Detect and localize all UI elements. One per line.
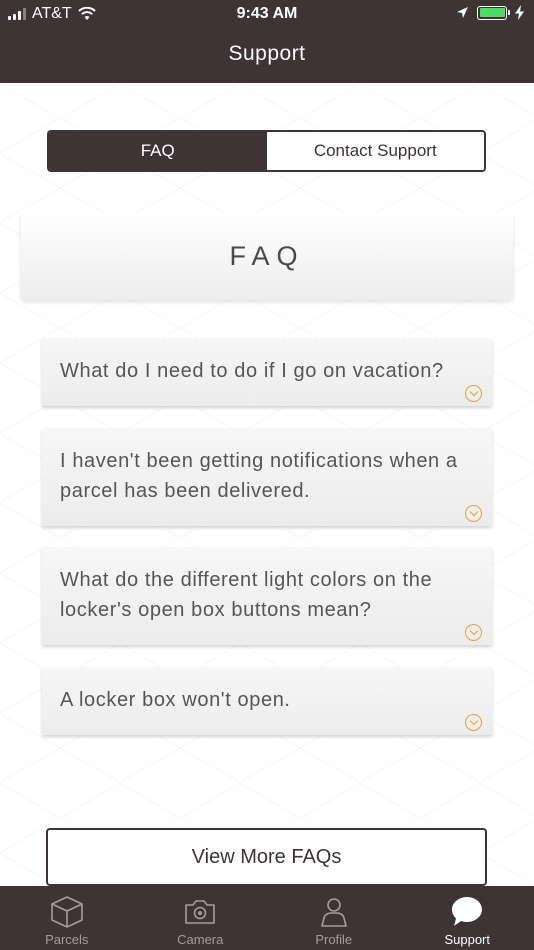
person-icon	[320, 898, 347, 927]
chevron-down-icon[interactable]	[465, 714, 482, 731]
faq-question: I haven't been getting notifications whe…	[60, 450, 458, 502]
tab-label: Support	[444, 932, 491, 947]
faq-question: What do I need to do if I go on vacation…	[60, 360, 444, 382]
status-bar: AT&T 9:43 AM	[0, 0, 534, 28]
faq-section-title: FAQ	[21, 213, 513, 300]
tab-label: Parcels	[45, 932, 89, 947]
faq-item-vacation[interactable]: What do I need to do if I go on vacation…	[42, 338, 492, 406]
tab-profile[interactable]: Profile	[267, 886, 401, 950]
tab-faq[interactable]: FAQ	[49, 132, 267, 170]
location-arrow-icon	[457, 7, 468, 18]
box-icon	[50, 896, 83, 928]
tab-parcels[interactable]: Parcels	[0, 886, 134, 950]
faq-question: What do the different light colors on th…	[60, 569, 433, 621]
camera-icon	[185, 900, 216, 924]
chevron-down-icon[interactable]	[465, 385, 482, 402]
view-more-faqs-button[interactable]: View More FAQs	[46, 828, 487, 886]
charging-bolt-icon	[515, 5, 524, 20]
chevron-down-icon[interactable]	[465, 624, 482, 641]
status-time: 9:43 AM	[236, 5, 298, 22]
chat-bubble-icon	[452, 897, 483, 926]
tab-label: Camera	[177, 932, 224, 947]
top-bar: AT&T 9:43 AM Support	[0, 0, 534, 83]
faq-item-light-colors[interactable]: What do the different light colors on th…	[42, 547, 492, 645]
tab-contact-support[interactable]: Contact Support	[266, 132, 484, 170]
faq-question: A locker box won't open.	[60, 689, 291, 711]
bottom-tab-bar: Parcels Camera Profile Support	[0, 886, 534, 950]
chevron-down-icon[interactable]	[465, 505, 482, 522]
tab-camera[interactable]: Camera	[134, 886, 268, 950]
faq-item-notifications[interactable]: I haven't been getting notifications whe…	[42, 428, 492, 526]
faq-item-box-wont-open[interactable]: A locker box won't open.	[42, 667, 492, 735]
support-segmented-control: FAQ Contact Support	[47, 130, 486, 172]
tab-support[interactable]: Support	[401, 886, 534, 950]
tab-label: Profile	[315, 932, 353, 947]
battery-icon	[477, 5, 510, 20]
page-title: Support	[228, 42, 306, 65]
support-content[interactable]: FAQ Contact Support FAQ What do I need t…	[0, 83, 534, 886]
